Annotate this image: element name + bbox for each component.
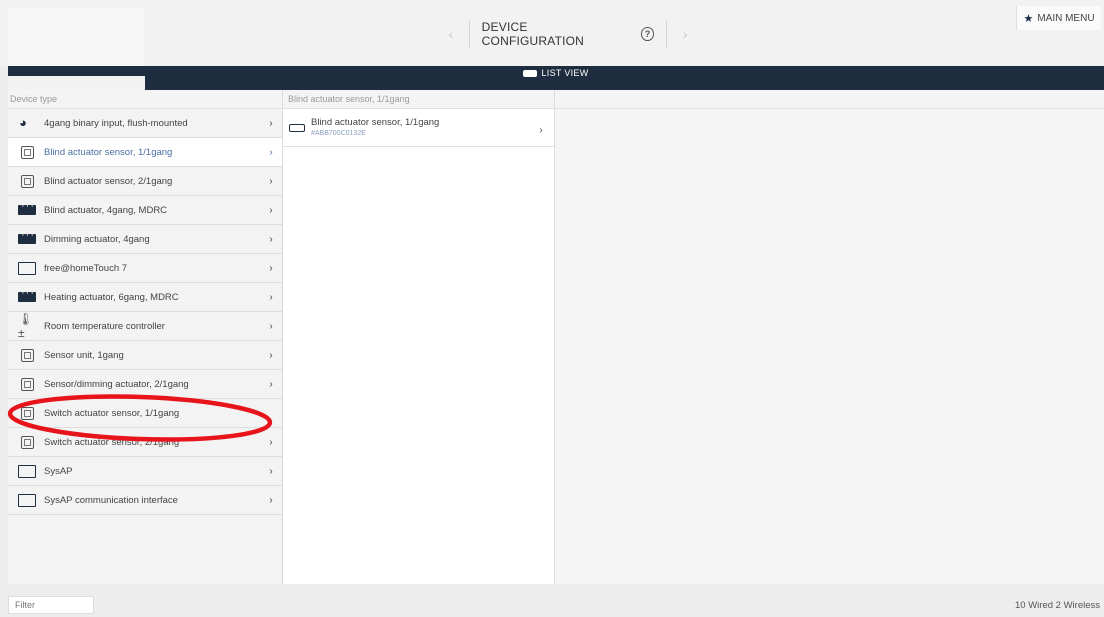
device-text: Blind actuator sensor, 1/1gang #ABB700C01… xyxy=(311,117,528,137)
chevron-right-icon: › xyxy=(269,349,273,361)
chevron-right-icon: › xyxy=(269,436,273,448)
help-circle-icon[interactable]: ? xyxy=(640,27,655,41)
chevron-right-icon: › xyxy=(269,378,273,390)
device-type-item[interactable]: 🌡± Room temperature controller › xyxy=(8,312,282,341)
device-icon xyxy=(289,124,305,132)
chevron-left-icon[interactable]: ‹ xyxy=(443,26,459,42)
chevron-right-icon: › xyxy=(269,233,273,245)
device-type-item[interactable]: Blind actuator, 4gang, MDRC › xyxy=(8,196,282,225)
device-type-label: Switch actuator sensor, 2/1gang xyxy=(44,436,180,448)
chevron-right-icon: › xyxy=(269,117,273,129)
sensor-icon xyxy=(18,348,36,362)
device-type-label: Sensor unit, 1gang xyxy=(44,349,124,361)
filter-input[interactable] xyxy=(8,596,94,614)
device-list: Blind actuator sensor, 1/1gang #ABB700C01… xyxy=(283,109,555,584)
sensor-icon xyxy=(18,145,36,159)
mdrc-icon xyxy=(18,287,36,304)
list-view-button[interactable]: LIST VIEW xyxy=(8,66,1104,80)
column-headers: Device type Blind actuator sensor, 1/1ga… xyxy=(8,90,1104,109)
star-icon: ★ xyxy=(1023,12,1034,25)
device-type-item[interactable]: Blind actuator sensor, 2/1gang › xyxy=(8,167,282,196)
device-type-item[interactable]: free@homeTouch 7 › xyxy=(8,254,282,283)
chevron-right-icon: › xyxy=(269,291,273,303)
chevron-right-icon: › xyxy=(269,494,273,506)
device-type-label: Blind actuator, 4gang, MDRC xyxy=(44,204,168,216)
sensor-icon xyxy=(18,406,36,420)
detail-panel xyxy=(555,109,1104,584)
panel-icon xyxy=(18,261,36,275)
header: ‹ DEVICE CONFIGURATION ? › ★ MAIN MENU xyxy=(0,0,1104,66)
title-bar: ‹ DEVICE CONFIGURATION ? › xyxy=(443,20,693,48)
divider xyxy=(666,20,668,48)
logo-area xyxy=(8,8,144,66)
app-window: ‹ DEVICE CONFIGURATION ? › ★ MAIN MENU L… xyxy=(0,0,1104,617)
device-type-item[interactable]: ◕ 4gang binary input, flush-mounted › xyxy=(8,109,282,138)
device-type-item[interactable]: SysAP › xyxy=(8,457,282,486)
chevron-right-icon: › xyxy=(539,125,543,136)
device-type-item[interactable]: Sensor/dimming actuator, 2/1gang › xyxy=(8,370,282,399)
binary-input-icon: ◕ xyxy=(19,115,27,130)
device-name: Blind actuator sensor, 1/1gang xyxy=(311,117,440,128)
mdrc-icon xyxy=(18,229,36,246)
chevron-right-icon: › xyxy=(269,320,273,332)
device-type-item[interactable]: Dimming actuator, 4gang › xyxy=(8,225,282,254)
device-type-label: SysAP xyxy=(44,465,73,477)
mdrc-icon xyxy=(18,200,36,217)
chevron-right-icon: › xyxy=(269,204,273,216)
list-view-label: LIST VIEW xyxy=(541,68,589,78)
device-type-label: Blind actuator sensor, 2/1gang xyxy=(44,175,173,187)
device-type-item[interactable]: Heating actuator, 6gang, MDRC › xyxy=(8,283,282,312)
device-type-label: Room temperature controller xyxy=(44,320,165,332)
page-title: DEVICE CONFIGURATION xyxy=(481,20,585,48)
device-type-item[interactable]: Sensor unit, 1gang › xyxy=(8,341,282,370)
device-type-label: Sensor/dimming actuator, 2/1gang xyxy=(44,378,189,390)
device-type-label: Dimming actuator, 4gang xyxy=(44,233,150,245)
divider xyxy=(468,20,470,48)
device-type-label: Blind actuator sensor, 1/1gang xyxy=(44,146,173,158)
main-menu-label: MAIN MENU xyxy=(1037,12,1095,24)
list-view-icon xyxy=(523,69,538,77)
chevron-right-icon: › xyxy=(269,175,273,187)
device-count-status: 10 Wired 2 Wireless xyxy=(1015,600,1100,611)
sensor-icon xyxy=(18,377,36,391)
panel-icon xyxy=(18,464,36,478)
device-type-item[interactable]: Switch actuator sensor, 1/1gang xyxy=(8,399,282,428)
sensor-icon xyxy=(18,435,36,449)
divider xyxy=(282,90,283,584)
device-item[interactable]: Blind actuator sensor, 1/1gang #ABB700C01… xyxy=(283,109,554,147)
chevron-right-icon: › xyxy=(269,146,273,158)
panel-icon xyxy=(18,493,36,507)
device-type-item[interactable]: Switch actuator sensor, 2/1gang › xyxy=(8,428,282,457)
chevron-right-icon: › xyxy=(269,465,273,477)
chevron-right-icon[interactable]: › xyxy=(677,26,693,42)
device-type-item[interactable]: Blind actuator sensor, 1/1gang › xyxy=(8,138,282,167)
chevron-right-icon: › xyxy=(269,262,273,274)
device-type-label: SysAP communication interface xyxy=(44,494,178,506)
selected-type-header: Blind actuator sensor, 1/1gang xyxy=(288,94,410,104)
device-type-label: free@homeTouch 7 xyxy=(44,262,128,274)
device-type-item[interactable]: SysAP communication interface › xyxy=(8,486,282,515)
device-id: #ABB700C0132E xyxy=(311,130,366,137)
device-type-label: 4gang binary input, flush-mounted xyxy=(44,117,188,129)
view-bar: LIST VIEW xyxy=(8,66,1104,90)
main-menu-button[interactable]: ★ MAIN MENU xyxy=(1016,6,1101,30)
thermostat-icon: 🌡± xyxy=(18,312,34,340)
device-type-label: Switch actuator sensor, 1/1gang xyxy=(44,407,180,419)
device-type-header: Device type xyxy=(10,94,58,104)
device-type-label: Heating actuator, 6gang, MDRC xyxy=(44,291,179,303)
sensor-icon xyxy=(18,174,36,188)
divider xyxy=(554,90,555,584)
device-type-list: ◕ 4gang binary input, flush-mounted › Blind… xyxy=(8,109,283,584)
